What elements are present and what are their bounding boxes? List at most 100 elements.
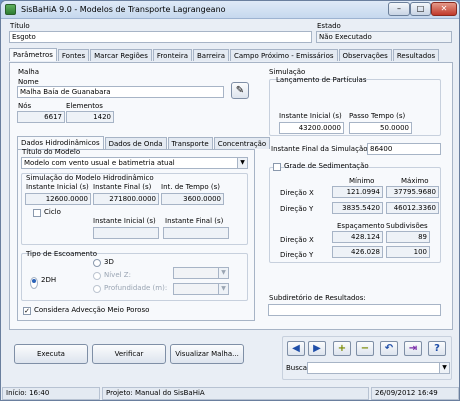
minimo-label: Mínimo [349, 177, 375, 185]
ciclo-checkbox[interactable] [33, 209, 41, 217]
tab-fontes[interactable]: Fontes [57, 49, 90, 61]
busca-select[interactable]: ▼ [307, 362, 450, 374]
elementos-label: Elementos [66, 102, 103, 110]
ciclo-instante-inicial-label: Instante Inicial (s) [93, 217, 156, 225]
minus-icon: − [360, 343, 370, 354]
minimize-button[interactable]: – [388, 2, 410, 16]
esp-y-field: 426.028 [332, 246, 383, 258]
nivel-z-label: Nível Z: [104, 271, 131, 279]
lancamento-label: Lançamento de Partículas [276, 76, 367, 84]
grade-label: Grade de Sedimentação [284, 162, 369, 170]
window-title: SisBaHiA 9.0 - Modelos de Transporte Lag… [21, 5, 226, 14]
chevron-down-icon: ▼ [218, 284, 228, 294]
sim-instante-inicial-label: Instante Inicial (s) [279, 112, 342, 120]
direcao-y-label: Direção Y [280, 205, 314, 213]
hidro-instante-inicial-field: 12600.0000 [25, 193, 91, 205]
malha-group-label: Malha [18, 68, 39, 76]
remove-button[interactable]: − [356, 341, 374, 356]
help-icon: ? [434, 343, 440, 354]
malha-nome-label: Nome [18, 78, 39, 86]
subdiretorio-label: Subdiretório de Resultados: [269, 294, 366, 302]
tab-parametros[interactable]: Parâmetros [9, 48, 57, 61]
chevron-down-icon: ▼ [218, 268, 228, 278]
adveccao-label: Considera Advecção Meio Poroso [34, 306, 150, 314]
maximo-label: Máximo [401, 177, 429, 185]
maximize-button[interactable]: □ [410, 2, 431, 16]
tab-marcar-regioes[interactable]: Marcar Regiões [90, 49, 152, 61]
estado-label: Estado [317, 22, 341, 30]
tab-dados-onda[interactable]: Dados de Onda [104, 137, 167, 149]
tab-transporte[interactable]: Transporte [167, 137, 213, 149]
sim-instante-inicial-field[interactable]: 43200.0000 [279, 122, 344, 134]
main-tabs: Parâmetros Fontes Marcar Regiões Frontei… [9, 48, 440, 62]
visualizar-malha-button[interactable]: Visualizar Malha... [170, 344, 244, 364]
passo-tempo-field[interactable]: 50.0000 [349, 122, 412, 134]
status-projeto: Projeto: Manual do SisBaHiA [102, 387, 369, 400]
ciclo-label: Ciclo [44, 208, 61, 216]
executa-button[interactable]: Executa [14, 344, 88, 364]
titulo-input[interactable]: Esgoto [9, 31, 312, 43]
hidro-instante-final-label: Instante Final (s) [93, 183, 152, 191]
instante-final-sim-field[interactable]: 86400 [367, 143, 441, 155]
esp-x-field: 428.124 [332, 231, 383, 243]
verificar-button[interactable]: Verificar [92, 344, 166, 364]
radio-2dh[interactable] [30, 277, 38, 289]
help-button[interactable]: ? [428, 341, 446, 356]
nivel-z-select[interactable]: ▼ [173, 267, 229, 279]
tab-campo-proximo[interactable]: Campo Próximo - Emissários [230, 49, 338, 61]
status-inicio: Início: 16:40 [2, 387, 100, 400]
undo-button[interactable]: ↶ [380, 341, 398, 356]
edit-malha-button[interactable]: ✎ [231, 82, 249, 99]
back-button[interactable]: ◀ [287, 341, 305, 356]
simulacao-hidro-label: Simulação do Modelo Hidrodinâmico [26, 174, 154, 182]
hidro-instante-inicial-label: Instante Inicial (s) [26, 183, 89, 191]
grade-checkbox[interactable] [273, 163, 281, 171]
subdivisoes-label: Subdivisões [386, 222, 428, 230]
elementos-field: 1420 [66, 111, 114, 123]
chevron-down-icon: ▼ [439, 363, 449, 373]
direcao-x-grade-label: Direção X [280, 236, 314, 244]
goto-button[interactable]: ⇥ [404, 341, 422, 356]
estado-field: Não Executado [316, 31, 452, 43]
tipo-escoamento-label: Tipo de Escoamento [26, 250, 98, 258]
ciclo-instante-inicial-field [93, 227, 159, 239]
instante-final-sim-label: Instante Final da Simulação (s): [271, 145, 382, 153]
subdiretorio-field[interactable] [268, 304, 441, 316]
status-datetime: 26/09/2012 16:49 [371, 387, 459, 400]
tab-fronteira[interactable]: Fronteira [152, 49, 192, 61]
int-tempo-field: 3600.0000 [161, 193, 224, 205]
ciclo-instante-final-field [163, 227, 229, 239]
nos-label: Nós [18, 102, 32, 110]
max-y-field: 46012.3360 [386, 202, 439, 214]
adveccao-checkbox[interactable]: ✓ [23, 307, 31, 315]
max-x-field: 37795.9680 [386, 186, 439, 198]
malha-nome-field[interactable]: Malha Baía de Guanabara [17, 86, 224, 98]
radio-2dh-label: 2DH [41, 276, 57, 284]
simulacao-group-label: Simulação [269, 68, 306, 76]
title-bar: SisBaHiA 9.0 - Modelos de Transporte Lag… [1, 1, 459, 19]
forward-button[interactable]: ▶ [308, 341, 326, 356]
radio-3d[interactable] [93, 259, 101, 267]
radio-profundidade[interactable] [93, 285, 101, 293]
radio-nivel-z[interactable] [93, 272, 101, 280]
tab-observacoes[interactable]: Observações [338, 49, 392, 61]
tab-barreira[interactable]: Barreira [193, 49, 229, 61]
app-icon [5, 4, 16, 15]
chevron-down-icon: ▼ [237, 158, 247, 168]
add-button[interactable]: + [333, 341, 351, 356]
busca-label: Busca: [286, 364, 310, 372]
plus-icon: + [337, 343, 347, 354]
min-x-field: 121.0994 [332, 186, 383, 198]
profundidade-select[interactable]: ▼ [173, 283, 229, 295]
close-button[interactable]: ✕ [431, 2, 457, 16]
tab-concentracao[interactable]: Concentração [213, 137, 271, 149]
sub-x-field: 89 [386, 231, 430, 243]
titulo-modelo-select[interactable]: Modelo com vento usual e batimetria atua… [21, 157, 248, 169]
direcao-x-label: Direção X [280, 189, 314, 197]
radio-3d-label: 3D [104, 258, 114, 266]
hidro-instante-final-field: 271800.0000 [93, 193, 159, 205]
sub-y-field: 100 [386, 246, 430, 258]
titulo-modelo-value: Modelo com vento usual e batimetria atua… [24, 159, 175, 167]
tab-resultados[interactable]: Resultados [392, 49, 440, 61]
profundidade-label: Profundidade (m): [104, 284, 168, 292]
